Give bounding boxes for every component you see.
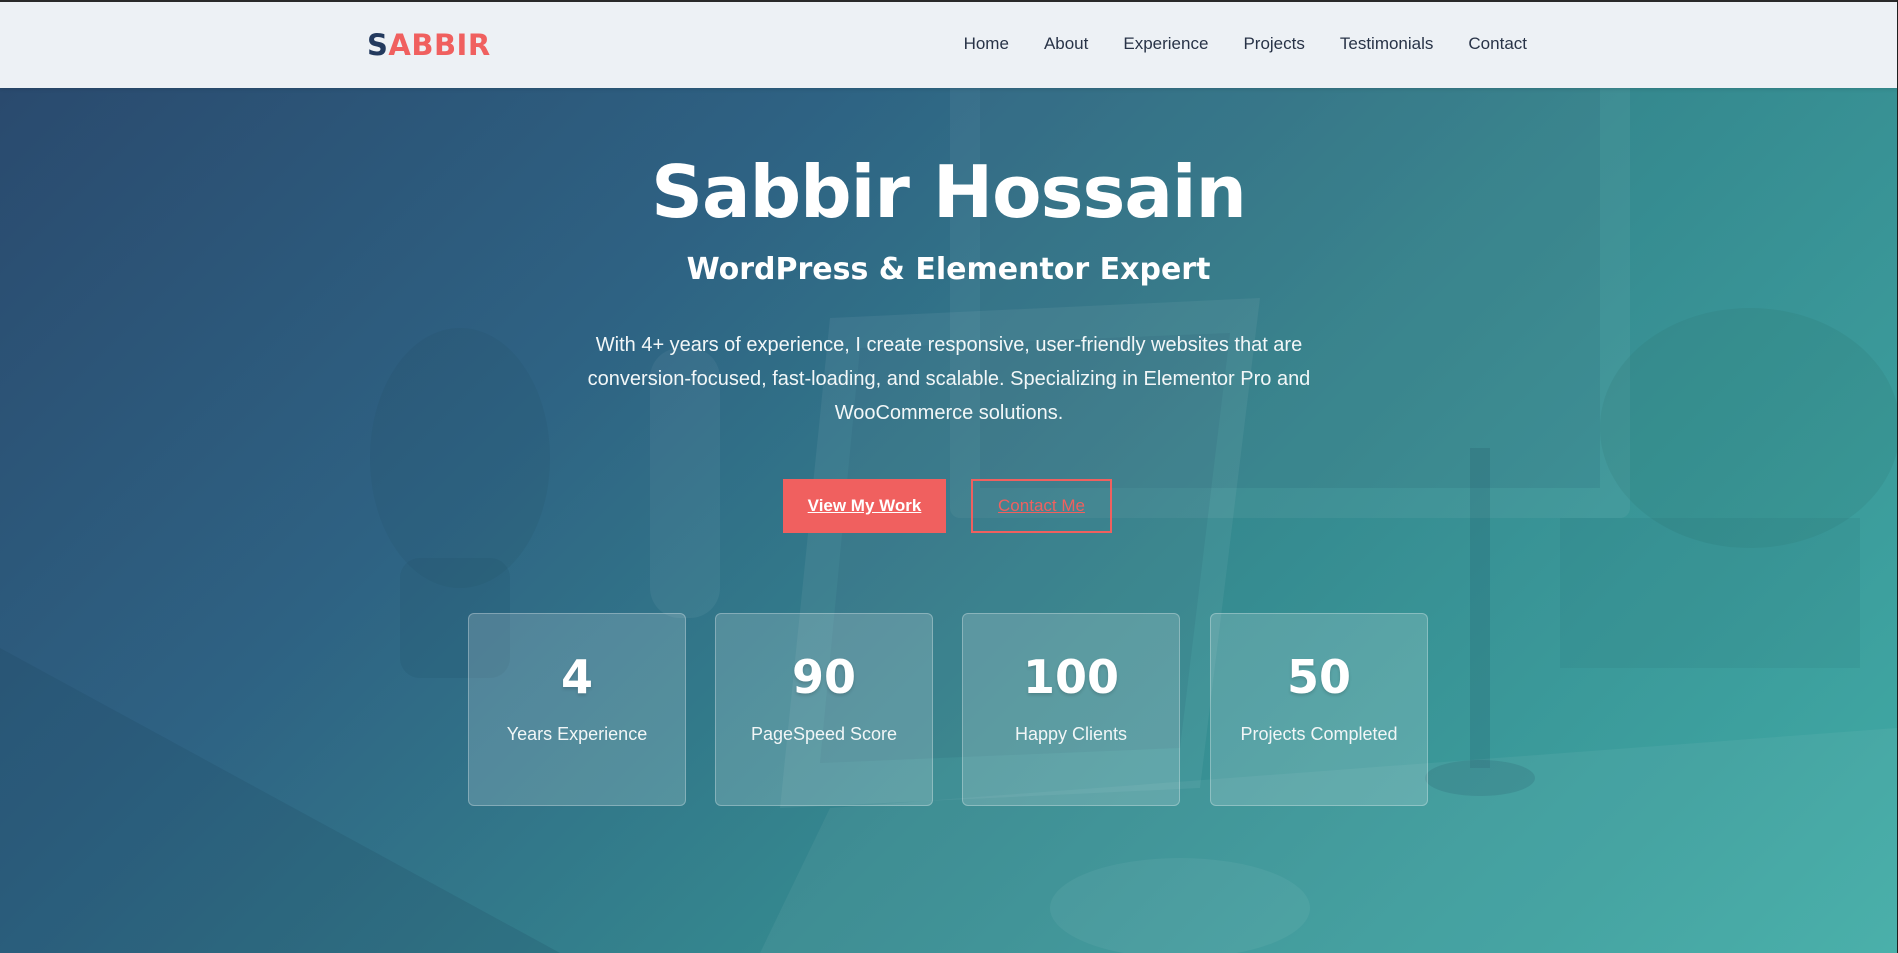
site-logo[interactable]: SABBIR: [367, 28, 491, 62]
nav-link-contact[interactable]: Contact: [1468, 34, 1527, 54]
hero-description: With 4+ years of experience, I create re…: [587, 334, 1311, 424]
stat-value: 4: [560, 650, 593, 704]
hero-subtitle: WordPress & Elementor Expert: [686, 252, 1211, 287]
stat-label: Projects Completed: [1240, 724, 1398, 744]
stat-card-clients: 100 Happy Clients: [962, 613, 1180, 806]
contact-me-button[interactable]: Contact Me: [971, 479, 1112, 533]
main-nav: Home About Experience Projects Testimoni…: [964, 34, 1527, 54]
nav-link-experience[interactable]: Experience: [1123, 34, 1208, 54]
nav-link-about[interactable]: About: [1044, 34, 1088, 54]
stat-card-projects: 50 Projects Completed: [1210, 613, 1428, 806]
stat-card-pagespeed: 90 PageSpeed Score: [715, 613, 933, 806]
stat-value: 50: [1286, 650, 1351, 704]
nav-link-home[interactable]: Home: [964, 34, 1009, 54]
stats-row: 4 Years Experience 90 PageSpeed Score 10…: [0, 613, 1897, 808]
stat-label: Years Experience: [506, 724, 648, 744]
stat-label: PageSpeed Score: [750, 724, 898, 744]
browser-viewport: SABBIR Home About Experience Projects Te…: [0, 0, 1898, 953]
hero-title: Sabbir Hossain: [651, 150, 1247, 234]
stat-value: 100: [1022, 650, 1120, 704]
stat-value: 90: [791, 650, 856, 704]
site-header: SABBIR Home About Experience Projects Te…: [0, 0, 1897, 88]
stat-label: Happy Clients: [1014, 724, 1128, 744]
view-my-work-button[interactable]: View My Work: [783, 479, 946, 533]
page: SABBIR Home About Experience Projects Te…: [0, 0, 1897, 953]
logo-text: ABBIR: [388, 28, 491, 62]
logo-initial: S: [367, 28, 389, 62]
stat-card-years: 4 Years Experience: [468, 613, 686, 806]
nav-link-testimonials[interactable]: Testimonials: [1340, 34, 1434, 54]
hero-section: Sabbir Hossain WordPress & Elementor Exp…: [0, 88, 1897, 953]
nav-link-projects[interactable]: Projects: [1243, 34, 1304, 54]
